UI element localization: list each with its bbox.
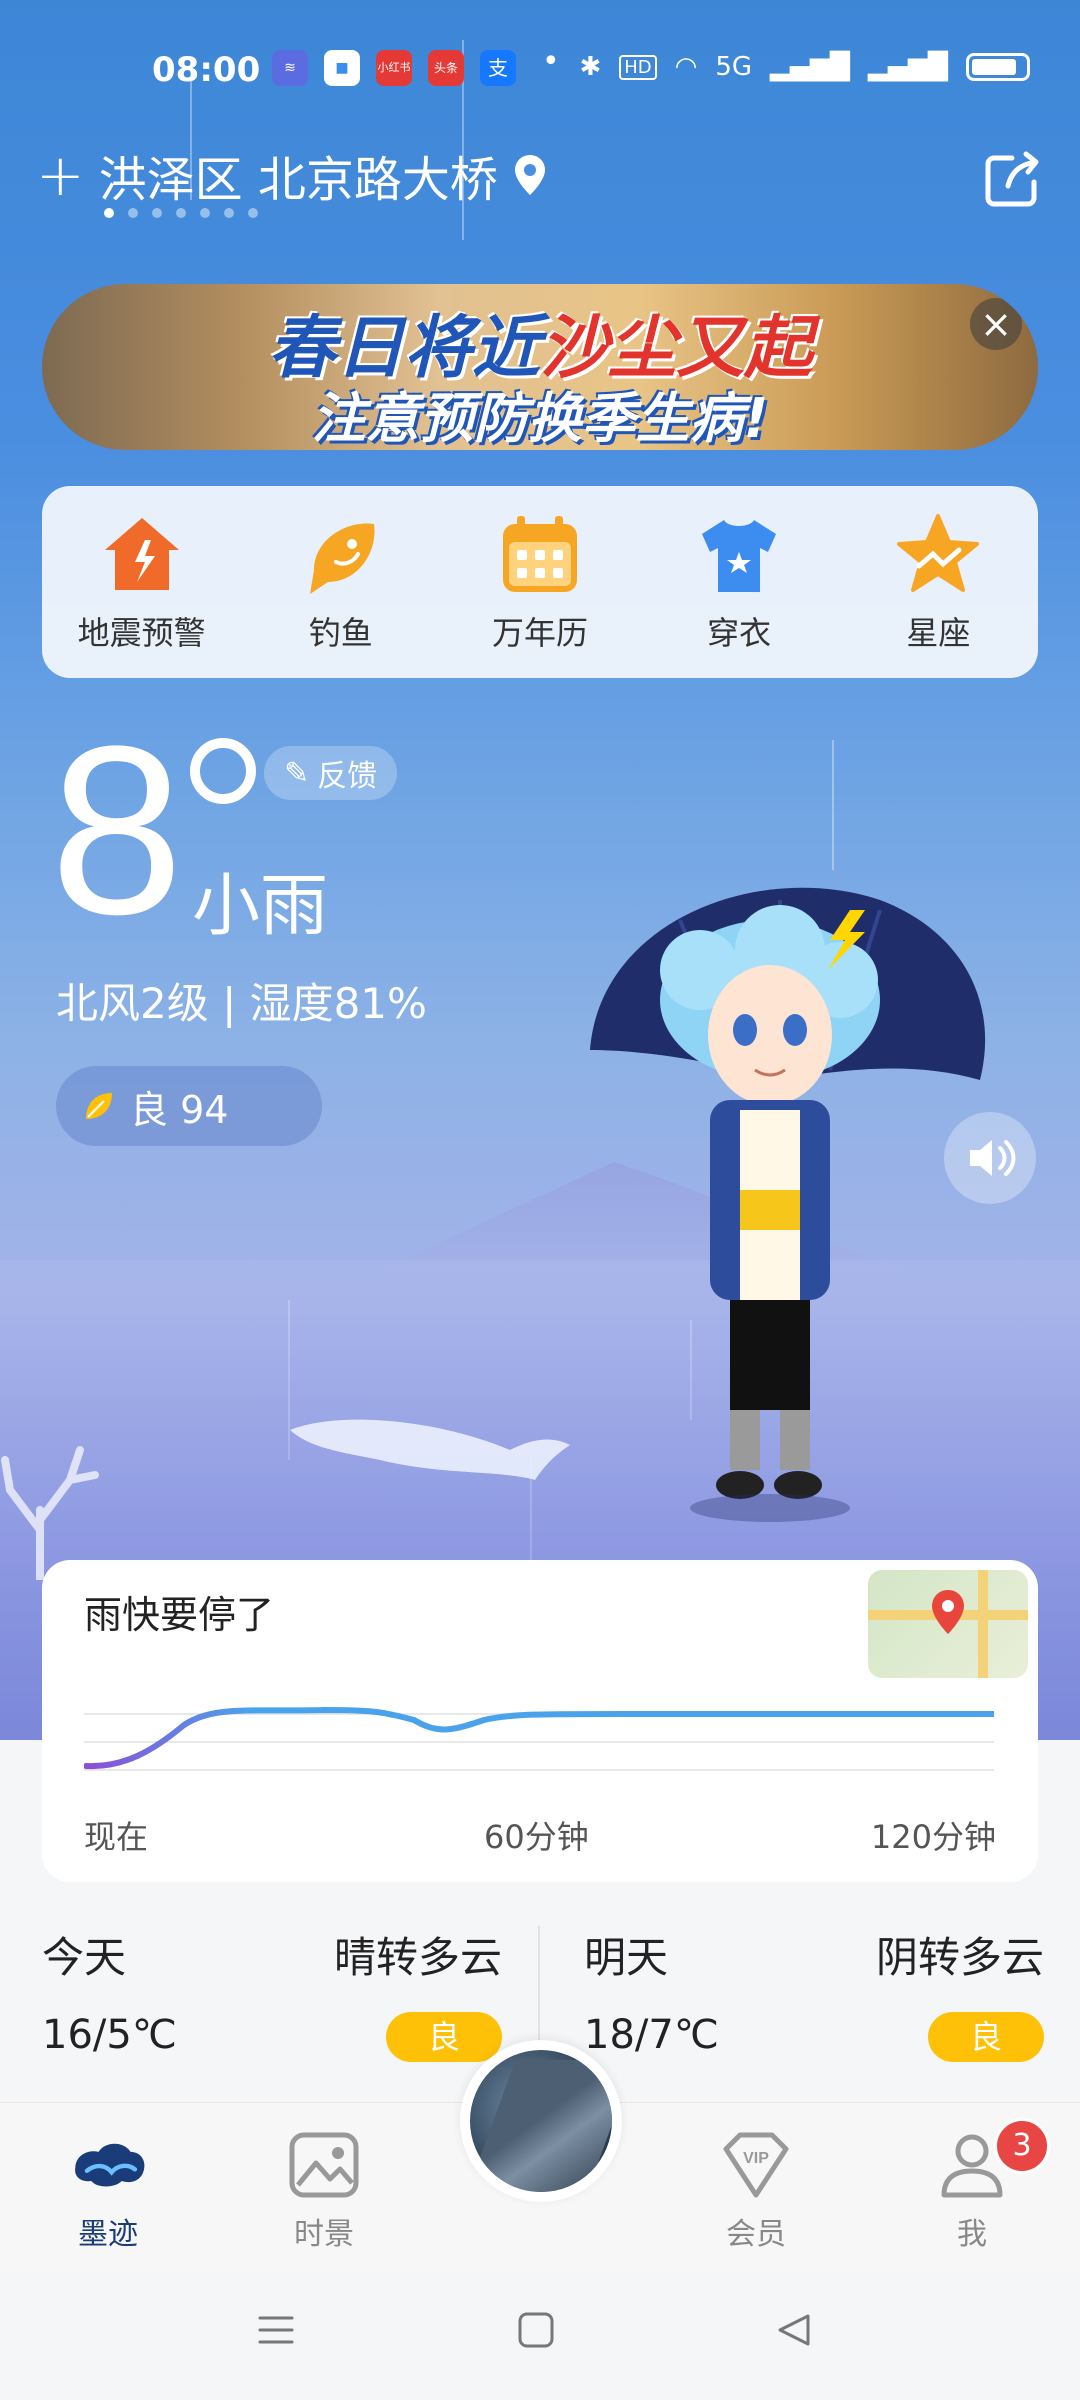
toutiao-icon: 头条 xyxy=(428,50,464,86)
forecast-desc: 晴转多云 xyxy=(333,1933,502,1982)
weather-character-illustration xyxy=(590,887,986,1522)
center-video-button[interactable] xyxy=(460,2040,622,2202)
signal-icon: ▂▄▆█ xyxy=(868,52,948,82)
network-label: 5G xyxy=(715,52,753,82)
notification-badge: 3 xyxy=(994,2118,1050,2174)
rain-card-title: 雨快要停了 xyxy=(84,1593,275,1637)
fish-icon xyxy=(309,523,375,594)
menu-icon[interactable] xyxy=(256,2310,296,2350)
share-icon[interactable] xyxy=(982,150,1042,210)
banner-subline: 注意预防换季生病! xyxy=(311,387,769,450)
rain-intensity-chart xyxy=(84,1706,994,1771)
nav-item-scenery[interactable]: 时景 xyxy=(254,2125,394,2253)
banner-close-button[interactable]: × xyxy=(970,298,1022,350)
system-navigation-bar xyxy=(0,2272,1080,2400)
page-dot xyxy=(248,208,258,218)
location-name[interactable]: 洪泽区 北京路大桥 xyxy=(99,140,498,210)
forecast-day: 明天 xyxy=(584,1933,669,1982)
axis-label-120min: 120分钟 xyxy=(870,1818,996,1856)
map-pin-icon xyxy=(932,1590,964,1634)
quick-tools-card: 地震预警 钓鱼 万年历 穿衣 星座 xyxy=(42,486,1038,678)
moji-logo-icon xyxy=(75,2143,145,2187)
current-temperature: 8 xyxy=(50,696,184,964)
picture-icon xyxy=(289,2132,359,2198)
page-dot xyxy=(200,208,210,218)
notification-app-icon: ≋ xyxy=(272,50,308,86)
back-icon[interactable] xyxy=(774,2310,814,2350)
weather-condition: 小雨 xyxy=(192,867,329,946)
radar-map-thumbnail[interactable] xyxy=(868,1570,1028,1678)
signal-icon: ▂▄▆█ xyxy=(770,52,851,82)
leaf-icon xyxy=(86,1093,112,1119)
calendar-icon xyxy=(502,516,577,592)
axis-label-60min: 60分钟 xyxy=(484,1818,589,1856)
more-notifications-icon: • xyxy=(542,44,560,79)
location-page-indicator xyxy=(104,208,258,218)
forecast-temp-range: 16/5℃ xyxy=(42,2012,177,2058)
axis-label-now: 现在 xyxy=(84,1818,149,1856)
page-dot xyxy=(176,208,186,218)
voice-broadcast-button[interactable] xyxy=(944,1112,1036,1204)
thumbnail-scenery xyxy=(470,2060,612,2192)
location-bar: + 洪泽区 北京路大桥 xyxy=(36,140,548,210)
tool-calendar[interactable]: 万年历 xyxy=(450,510,630,654)
xiaohongshu-icon: 小红书 xyxy=(376,50,412,86)
earthquake-icon xyxy=(104,518,179,590)
degree-symbol xyxy=(190,738,256,804)
forecast-temp-range: 18/7℃ xyxy=(584,2012,719,2058)
feedback-button[interactable]: ✎ 反馈 xyxy=(264,746,398,800)
location-pin-icon xyxy=(514,155,545,195)
vip-icon: VIP xyxy=(723,2132,789,2198)
tool-earthquake[interactable]: 地震预警 xyxy=(52,510,232,654)
center-video-thumbnail xyxy=(470,2050,612,2192)
tshirt-icon xyxy=(702,520,777,592)
rain-streak xyxy=(832,740,834,870)
star-icon xyxy=(897,514,980,592)
forecast-today[interactable]: 今天 晴转多云 16/5℃ 良 xyxy=(42,1910,502,2070)
aqi-badge: 良 xyxy=(386,2012,502,2062)
minute-rain-card[interactable]: 雨快要停了 现在 60分钟 120分钟 xyxy=(42,1560,1038,1882)
map-road xyxy=(978,1570,988,1678)
coral-illustration xyxy=(1,1446,99,1580)
bluetooth-icon: ✱ xyxy=(579,52,602,82)
alipay-icon: 支 xyxy=(480,50,516,86)
forecast-tomorrow[interactable]: 明天 阴转多云 18/7℃ 良 xyxy=(584,1910,1044,2070)
promo-banner[interactable]: 春日将近沙尘又起 注意预防换季生病! × xyxy=(42,284,1038,450)
forecast-day: 今天 xyxy=(42,1933,127,1982)
page-dot xyxy=(224,208,234,218)
status-bar: 08:00 ≋ ■ 小红书 头条 支 • ✱ HD ◠ 5G ▂▄▆█ ▂▄▆█ xyxy=(0,40,1080,100)
aqi-pill[interactable]: 良 94 xyxy=(56,1066,322,1146)
speaker-icon xyxy=(970,1140,1016,1176)
status-time: 08:00 xyxy=(152,50,261,90)
svg-text:VIP: VIP xyxy=(743,2150,769,2167)
pencil-icon: ✎ xyxy=(284,755,310,791)
tool-clothing[interactable]: 穿衣 xyxy=(649,510,829,654)
page-dot xyxy=(128,208,138,218)
page-dot xyxy=(104,208,114,218)
status-indicators: ✱ HD ◠ 5G ▂▄▆█ ▂▄▆█ xyxy=(579,52,1030,82)
forecast-desc: 阴转多云 xyxy=(875,1933,1044,1982)
hd-icon: HD xyxy=(619,54,657,80)
aqi-badge: 良 xyxy=(928,2012,1044,2062)
tool-horoscope[interactable]: 星座 xyxy=(848,510,1028,654)
home-icon[interactable] xyxy=(516,2310,556,2350)
nav-item-vip[interactable]: VIP 会员 xyxy=(686,2125,826,2253)
whale-illustration xyxy=(290,1419,570,1480)
page-dot xyxy=(152,208,162,218)
tool-fishing[interactable]: 钓鱼 xyxy=(251,510,431,654)
notification-app-icon: ■ xyxy=(324,50,360,86)
nav-item-moji[interactable]: 墨迹 xyxy=(38,2125,178,2253)
add-city-button[interactable]: + xyxy=(36,146,85,204)
wind-humidity: 北风2级 | 湿度81% xyxy=(56,979,427,1028)
wifi-icon: ◠ xyxy=(674,52,698,82)
battery-icon xyxy=(966,53,1030,81)
